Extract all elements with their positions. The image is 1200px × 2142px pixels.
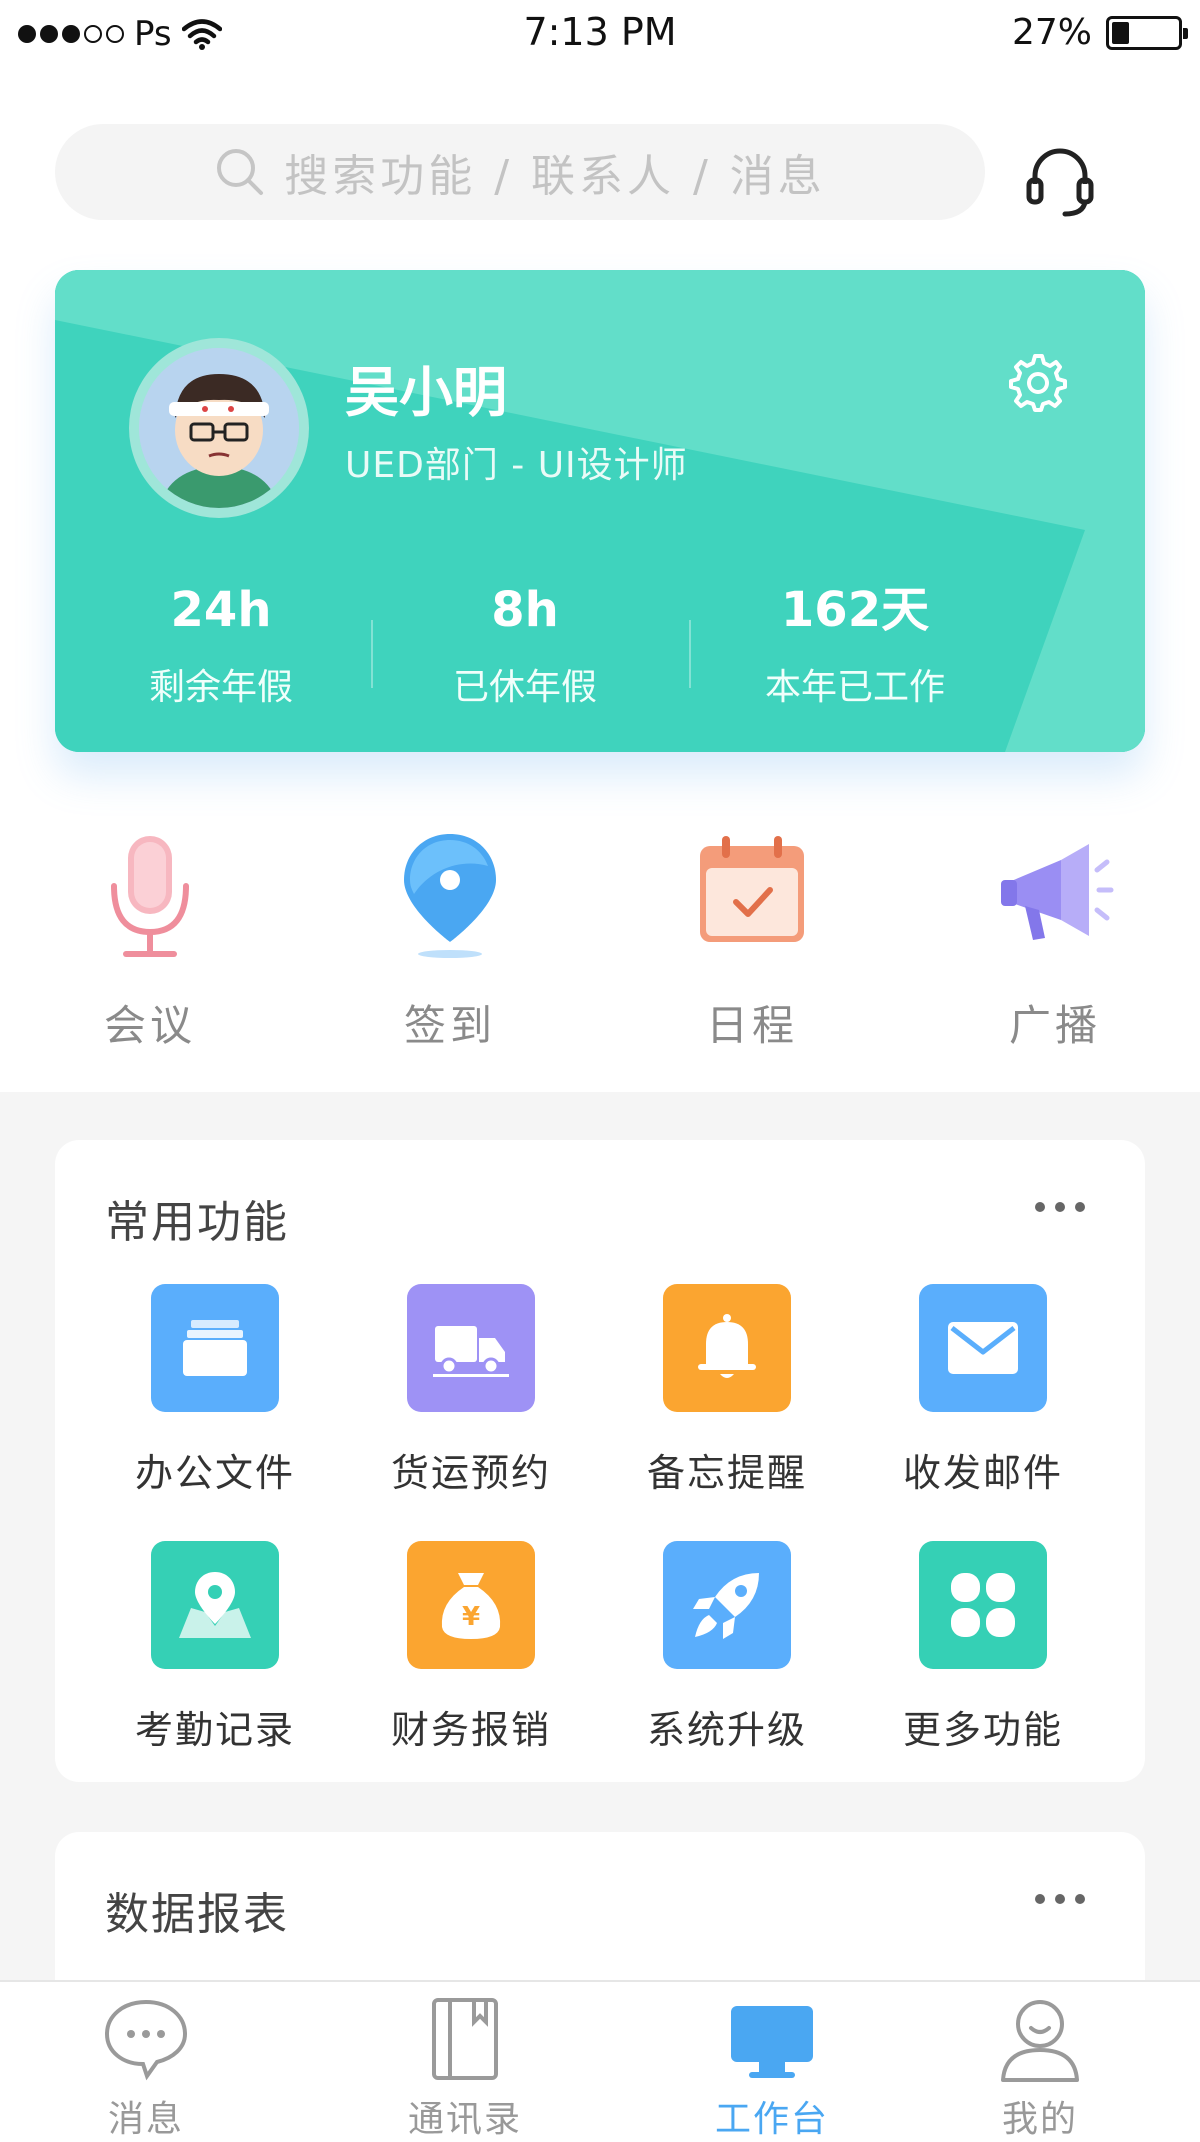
func-freight-booking[interactable]: 货运预约: [351, 1284, 591, 1497]
quick-action-label: 日程: [705, 1001, 798, 1050]
calendar-icon: [700, 836, 804, 942]
user-department: UED部门 - UI设计师: [345, 445, 688, 486]
tab-profile[interactable]: 我的: [940, 1996, 1140, 2142]
func-office-files[interactable]: 办公文件: [95, 1284, 335, 1497]
func-icon-tile: [919, 1541, 1047, 1669]
tab-workbench[interactable]: 工作台: [672, 1996, 872, 2142]
profile-card[interactable]: 吴小明 UED部门 - UI设计师 24h 剩余年假 8h 已休年假 162天 …: [55, 270, 1145, 752]
mail-icon: [948, 1322, 1018, 1374]
stat-value: 24h: [170, 582, 272, 638]
chat-bubble-icon: [104, 1999, 188, 2081]
quick-action-schedule[interactable]: 日程: [652, 830, 852, 1053]
func-label: 收发邮件: [902, 1451, 1063, 1495]
tab-label: 我的: [1001, 2099, 1078, 2140]
func-icon-tile: [663, 1284, 791, 1412]
cartoon-avatar-image: [139, 348, 299, 508]
desktop-icon: [731, 2006, 813, 2078]
more-dots-icon[interactable]: [1035, 1894, 1085, 1904]
money-bag-icon: ¥: [441, 1573, 501, 1639]
gear-icon[interactable]: [1005, 350, 1069, 414]
bottom-tab-bar: 消息 通讯录 工作台 我的: [0, 1980, 1200, 2142]
stat-label: 剩余年假: [148, 667, 293, 708]
tab-label: 消息: [107, 2099, 184, 2140]
tab-label: 通讯录: [407, 2099, 522, 2140]
carrier-name: Ps: [134, 14, 172, 54]
stat-used-leave: 8h 已休年假: [375, 580, 675, 710]
func-reimbursement[interactable]: ¥ 财务报销: [351, 1541, 591, 1754]
stat-divider: [689, 620, 691, 688]
grid-icon: [951, 1573, 1015, 1637]
func-attendance[interactable]: 考勤记录: [95, 1541, 335, 1754]
stat-remaining-leave: 24h 剩余年假: [71, 580, 371, 710]
func-mail[interactable]: 收发邮件: [863, 1284, 1103, 1497]
signal-strength-icon: [18, 25, 124, 43]
truck-icon: [433, 1326, 509, 1377]
stat-value: 162天: [780, 582, 930, 638]
quick-action-broadcast[interactable]: 广播: [955, 830, 1155, 1053]
battery-icon: [1106, 15, 1188, 50]
stat-value: 8h: [491, 582, 559, 638]
func-label: 办公文件: [134, 1451, 295, 1495]
section-title: 数据报表: [105, 1889, 289, 1940]
func-icon-tile: ¥: [407, 1541, 535, 1669]
microphone-icon: [111, 836, 189, 957]
status-left: Ps: [18, 14, 222, 54]
func-icon-tile: [151, 1284, 279, 1412]
more-dots-icon[interactable]: [1035, 1202, 1085, 1212]
wifi-icon: [181, 19, 222, 50]
func-icon-tile: [663, 1541, 791, 1669]
func-icon-tile: [151, 1541, 279, 1669]
avatar[interactable]: [129, 338, 309, 518]
quick-action-label: 广播: [1008, 1001, 1101, 1050]
func-label: 考勤记录: [134, 1708, 295, 1752]
tab-label: 工作台: [714, 2099, 829, 2140]
stat-divider: [371, 620, 373, 688]
search-icon: [217, 149, 264, 195]
func-label: 备忘提醒: [646, 1451, 807, 1495]
func-more[interactable]: 更多功能: [863, 1541, 1103, 1754]
tab-contacts[interactable]: 通讯录: [365, 1996, 565, 2142]
stat-days-worked: 162天 本年已工作: [705, 580, 1005, 710]
quick-action-label: 签到: [403, 1001, 496, 1050]
megaphone-icon: [1001, 844, 1114, 940]
func-icon-tile: [919, 1284, 1047, 1412]
quick-action-label: 会议: [103, 1001, 196, 1050]
search-placeholder: 搜索功能 / 联系人 / 消息: [284, 151, 826, 202]
user-icon: [1001, 2000, 1079, 2082]
section-title: 常用功能: [105, 1197, 289, 1248]
func-label: 系统升级: [646, 1708, 807, 1752]
rocket-icon: [693, 1573, 759, 1639]
stat-label: 本年已工作: [764, 667, 945, 708]
func-label: 财务报销: [390, 1708, 551, 1752]
func-label: 更多功能: [902, 1708, 1063, 1752]
quick-action-meeting[interactable]: 会议: [50, 830, 250, 1053]
location-pin-icon: [404, 834, 496, 958]
svg-text:¥: ¥: [462, 1602, 480, 1632]
search-input[interactable]: 搜索功能 / 联系人 / 消息: [55, 124, 985, 220]
stat-label: 已休年假: [452, 667, 597, 708]
headset-icon[interactable]: [1025, 140, 1095, 220]
tab-messages[interactable]: 消息: [46, 1996, 246, 2142]
files-icon: [183, 1320, 247, 1376]
status-right: 27%: [1011, 12, 1188, 53]
func-icon-tile: [407, 1284, 535, 1412]
quick-action-checkin[interactable]: 签到: [350, 830, 550, 1053]
bell-icon: [698, 1314, 756, 1378]
func-system-upgrade[interactable]: 系统升级: [607, 1541, 847, 1754]
status-bar: Ps 7:13 PM 27%: [0, 0, 1200, 66]
user-name: 吴小明: [345, 361, 507, 424]
battery-percent: 27%: [1011, 12, 1092, 53]
func-label: 货运预约: [390, 1451, 551, 1495]
map-pin-icon: [179, 1572, 251, 1638]
contacts-book-icon: [432, 1998, 498, 2080]
func-reminder[interactable]: 备忘提醒: [607, 1284, 847, 1497]
